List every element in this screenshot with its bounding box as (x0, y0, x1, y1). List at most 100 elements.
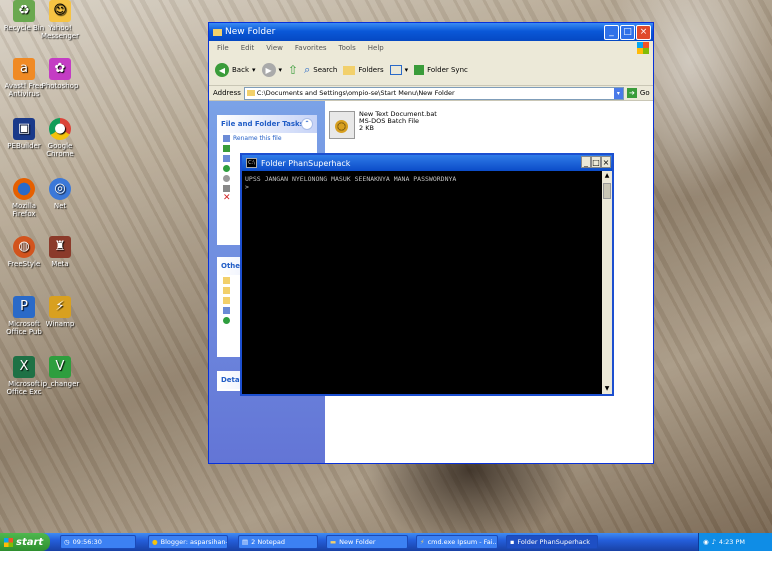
delete-icon: ✕ (223, 193, 231, 203)
menu-view[interactable]: View (266, 44, 283, 52)
task-new-folder[interactable]: ▬ New Folder (326, 535, 408, 549)
menu-file[interactable]: File (217, 44, 229, 52)
v-icon: V (49, 356, 71, 378)
start-button[interactable]: start (0, 533, 50, 551)
excel-icon: X (13, 356, 35, 378)
menu-bar: File Edit View Favorites Tools Help (209, 41, 653, 55)
winamp-icon: ⚡ (49, 296, 71, 318)
desktop-icon-meta[interactable]: ♜ Meta (36, 236, 84, 268)
go-label[interactable]: Go (640, 89, 650, 97)
task-rename[interactable]: Rename this file (217, 133, 317, 143)
chevron-down-icon: ▾ (404, 66, 409, 74)
address-dropdown-button[interactable]: ▾ (613, 87, 623, 99)
cmd-titlebar[interactable]: C:\ Folder PhanSuperhack (242, 155, 612, 171)
desktop-icon-ip-changer[interactable]: V ip_changer (36, 356, 84, 388)
task-notepad[interactable]: ▤ 2 Notepad (238, 535, 318, 549)
forward-arrow-icon: ▶ (261, 63, 276, 77)
cmd-window-controls: _ □ × (581, 156, 611, 168)
task-clock-app[interactable]: ◷ 09:56:30 (60, 535, 136, 549)
cmd-window[interactable]: C:\ Folder PhanSuperhack _ □ × UPSS JANG… (240, 153, 614, 396)
collapse-icon[interactable]: ⌃ (301, 118, 313, 130)
close-button[interactable]: × (636, 25, 651, 40)
avast-icon: a (13, 58, 35, 80)
back-button[interactable]: ◀ Back ▾ (215, 63, 256, 77)
windows-flag-icon (4, 537, 13, 547)
chevron-down-icon: ▾ (278, 66, 283, 74)
task-winamp[interactable]: ⚡ cmd.exe Ipsum - Fai... (416, 535, 498, 549)
network-tray-icon[interactable]: ◉ (703, 538, 709, 546)
desktop-icon-yahoo-messenger[interactable]: ☺ Yahoo! Messenger (36, 0, 84, 40)
volume-icon[interactable]: ♪ (712, 538, 716, 546)
pebuilder-icon: ▣ (13, 118, 35, 140)
desktop: ♻ Recycle Bin ☺ Yahoo! Messenger a Avast… (0, 0, 772, 533)
basketball-icon: ◍ (13, 236, 35, 258)
cmd-maximize-button[interactable]: □ (591, 156, 601, 168)
sync-icon (414, 65, 425, 75)
folders-icon (343, 65, 356, 75)
clock-icon: ◷ (64, 538, 70, 546)
go-arrow-icon[interactable]: ➔ (626, 88, 637, 98)
folders-button[interactable]: Folders (343, 65, 384, 75)
publish-icon (223, 164, 230, 172)
search-button[interactable]: ⌕ Search (304, 63, 337, 77)
task-item[interactable] (217, 143, 317, 153)
folder-icon: ▬ (330, 538, 337, 546)
task-chrome-blogger[interactable]: ● Blogger: asparsihan-... (148, 535, 228, 549)
views-button[interactable]: ▾ (389, 65, 409, 75)
file-info: New Text Document.bat MS-DOS Batch File … (359, 111, 437, 139)
menu-edit[interactable]: Edit (241, 44, 255, 52)
print-icon (223, 184, 230, 192)
copy-icon (223, 154, 230, 162)
yahoo-messenger-icon: ☺ (49, 0, 71, 22)
batch-file-icon (329, 111, 355, 139)
bottom-strip (0, 551, 772, 561)
up-folder-icon: ⇧ (288, 63, 299, 77)
maximize-button[interactable]: □ (620, 25, 635, 40)
folder-icon (223, 296, 230, 304)
folder-icon (223, 276, 230, 284)
file-folder-tasks-header[interactable]: File and Folder Tasks ⌃ (217, 115, 317, 133)
menu-tools[interactable]: Tools (339, 44, 356, 52)
cmd-title: Folder PhanSuperhack (261, 158, 351, 168)
scroll-up-icon[interactable]: ▲ (602, 171, 612, 181)
explorer-titlebar[interactable]: New Folder (209, 23, 653, 41)
views-icon (389, 65, 402, 75)
scroll-thumb[interactable] (603, 183, 611, 199)
address-input[interactable]: C:\Documents and Settings\ompio-se\Start… (243, 86, 624, 100)
rename-icon (223, 134, 230, 142)
move-icon (223, 144, 230, 152)
forward-button[interactable]: ▶ ▾ (261, 63, 283, 77)
cmd-close-button[interactable]: × (601, 156, 611, 168)
chrome-icon: ● (49, 118, 71, 140)
folder-icon (223, 286, 230, 294)
network-icon (223, 316, 230, 324)
minimize-button[interactable]: _ (604, 25, 619, 40)
network-icon: ◎ (49, 178, 71, 200)
up-folder-button[interactable]: ⇧ (288, 63, 298, 77)
cmd-icon: ▪ (510, 538, 515, 546)
scroll-down-icon[interactable]: ▼ (602, 384, 612, 394)
email-icon (223, 174, 230, 182)
desktop-icon-chrome[interactable]: ● Google Chrome (36, 118, 84, 158)
menu-favorites[interactable]: Favorites (295, 44, 327, 52)
desktop-icon-winamp[interactable]: ⚡ Winamp (36, 296, 84, 328)
file-item-bat[interactable]: New Text Document.bat MS-DOS Batch File … (329, 111, 437, 139)
computer-icon (223, 306, 230, 314)
search-icon: ⌕ (304, 63, 311, 76)
file-size: 2 KB (359, 124, 374, 132)
firefox-icon (13, 178, 35, 200)
folder-sync-button[interactable]: Folder Sync (414, 65, 468, 75)
task-cmd[interactable]: ▪ Folder PhanSuperhack (506, 535, 598, 549)
console-output[interactable]: UPSS JANGAN NYELONONG MASUK SEENAKNYA MA… (242, 171, 602, 394)
clock[interactable]: 4:23 PM (719, 538, 745, 546)
game-icon: ♜ (49, 236, 71, 258)
cmd-scrollbar[interactable]: ▲ ▼ (602, 171, 612, 394)
desktop-icon-net[interactable]: ◎ Net (36, 178, 84, 210)
taskbar: start ◷ 09:56:30 ● Blogger: asparsihan-.… (0, 533, 772, 551)
menu-help[interactable]: Help (368, 44, 384, 52)
photoshop-icon: ✿ (49, 58, 71, 80)
cmd-minimize-button[interactable]: _ (581, 156, 591, 168)
windows-logo-icon (637, 42, 649, 54)
recycle-bin-icon: ♻ (13, 0, 35, 22)
desktop-icon-photoshop[interactable]: ✿ Photoshop (36, 58, 84, 90)
